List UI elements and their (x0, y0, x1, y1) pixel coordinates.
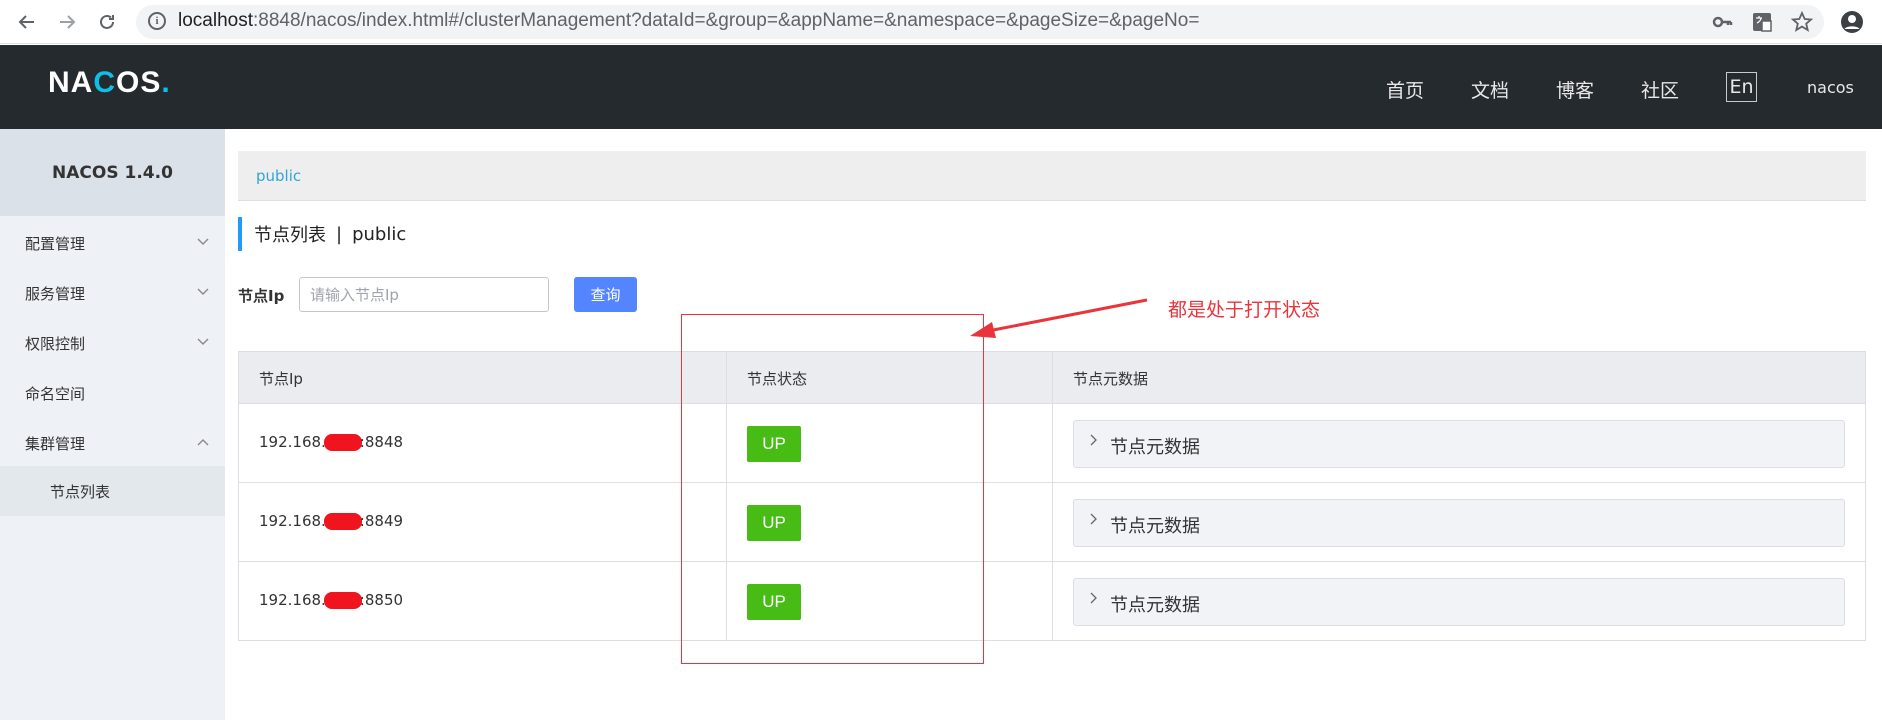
query-button[interactable]: 查询 (574, 277, 637, 312)
table-header: 节点Ip 节点状态 节点元数据 (239, 352, 1865, 404)
node-ip-label: 节点Ip (238, 287, 285, 305)
logo-text-b: OS (116, 66, 162, 99)
metadata-collapse[interactable]: 节点元数据 (1073, 420, 1845, 468)
nav-docs[interactable]: 文档 (1471, 76, 1509, 103)
url-path: :8848/nacos/index.html#/clusterManagemen… (253, 10, 1200, 31)
top-header (0, 45, 1882, 129)
sidebar-item-service[interactable]: 服务管理 (0, 268, 225, 318)
sidebar-item-label: 配置管理 (25, 234, 86, 253)
column-divider (1052, 483, 1053, 561)
annotation-arrow-icon (970, 298, 1148, 338)
node-ip-cell: 192.168. :8849 (259, 512, 403, 530)
node-ip-port: :8848 (359, 433, 404, 451)
namespace-bar: public (238, 151, 1866, 201)
forward-icon[interactable] (54, 9, 80, 35)
sidebar-title: NACOS 1.4.0 (0, 129, 225, 216)
info-icon[interactable]: i (148, 12, 166, 30)
chevron-right-icon (1090, 434, 1098, 450)
sidebar-subitem-node-list[interactable]: 节点列表 (0, 466, 225, 516)
nav-home[interactable]: 首页 (1386, 76, 1424, 103)
metadata-label: 节点元数据 (1110, 595, 1200, 616)
sidebar-item-auth[interactable]: 权限控制 (0, 318, 225, 368)
column-header-node-metadata: 节点元数据 (1073, 369, 1149, 388)
annotation-text: 都是处于打开状态 (1168, 299, 1321, 321)
redaction-mark (323, 434, 362, 451)
browser-toolbar: i localhost:8848/nacos/index.html#/clust… (0, 0, 1882, 44)
metadata-label: 节点元数据 (1110, 437, 1200, 458)
node-table: 节点Ip 节点状态 节点元数据 192.168.:8848 UP 节点元数据 1… (238, 351, 1866, 641)
table-row: 192.168.:8849 UP 节点元数据 (239, 483, 1865, 562)
logo-dot: . (161, 66, 171, 99)
account-icon[interactable] (1840, 10, 1864, 34)
key-icon[interactable] (1710, 10, 1734, 34)
logo-text-c: C (93, 66, 117, 99)
page-title-text: 节点列表 (254, 225, 326, 246)
chevron-down-icon (195, 234, 211, 250)
sidebar-item-cluster[interactable]: 集群管理 (0, 418, 225, 468)
namespace-link-public[interactable]: public (256, 167, 301, 185)
column-divider (1052, 404, 1053, 482)
page-title-namespace: public (352, 223, 407, 245)
sidebar-item-label: 集群管理 (25, 434, 86, 453)
node-ip-prefix: 192.168. (259, 512, 326, 530)
sidebar-item-namespace[interactable]: 命名空间 (0, 368, 225, 418)
redaction-mark (323, 592, 362, 609)
sidebar-item-label: 服务管理 (25, 284, 86, 303)
translate-icon[interactable] (1750, 10, 1774, 34)
redaction-mark (323, 513, 362, 530)
node-ip-port: :8849 (359, 512, 404, 530)
chevron-down-icon (195, 284, 211, 300)
column-divider (1052, 562, 1053, 640)
table-row: 192.168.:8850 UP 节点元数据 (239, 562, 1865, 641)
node-ip-prefix: 192.168. (259, 433, 326, 451)
chevron-down-icon (195, 334, 211, 350)
language-switch-button[interactable]: En (1726, 72, 1757, 102)
user-name[interactable]: nacos (1807, 78, 1854, 97)
table-row: 192.168.:8848 UP 节点元数据 (239, 404, 1865, 483)
sidebar-item-label: 命名空间 (25, 384, 86, 403)
page-title: 节点列表 | public (238, 217, 406, 251)
annotation-highlight-box (681, 314, 984, 664)
star-icon[interactable] (1790, 10, 1814, 34)
node-ip-prefix: 192.168. (259, 591, 326, 609)
column-header-node-ip: 节点Ip (259, 369, 303, 388)
page-title-separator: | (336, 223, 343, 245)
reload-icon[interactable] (94, 9, 120, 35)
chevron-right-icon (1090, 513, 1098, 529)
metadata-collapse[interactable]: 节点元数据 (1073, 578, 1845, 626)
sidebar-item-config[interactable]: 配置管理 (0, 218, 225, 268)
chevron-right-icon (1090, 592, 1098, 608)
node-ip-port: :8850 (359, 591, 404, 609)
node-ip-input[interactable] (299, 277, 549, 312)
node-ip-cell: 192.168. :8848 (259, 433, 403, 451)
url-text[interactable]: localhost:8848/nacos/index.html#/cluster… (178, 10, 1199, 32)
chevron-up-icon (195, 434, 211, 450)
nav-blog[interactable]: 博客 (1556, 76, 1594, 103)
sidebar-item-label: 权限控制 (25, 334, 86, 353)
back-icon[interactable] (14, 9, 40, 35)
nav-community[interactable]: 社区 (1641, 76, 1679, 103)
nacos-logo[interactable]: NACOS. (48, 66, 171, 100)
metadata-collapse[interactable]: 节点元数据 (1073, 499, 1845, 547)
metadata-label: 节点元数据 (1110, 516, 1200, 537)
node-ip-cell: 192.168. :8850 (259, 591, 403, 609)
url-host: localhost (178, 10, 253, 31)
logo-text-a: NA (48, 66, 94, 99)
